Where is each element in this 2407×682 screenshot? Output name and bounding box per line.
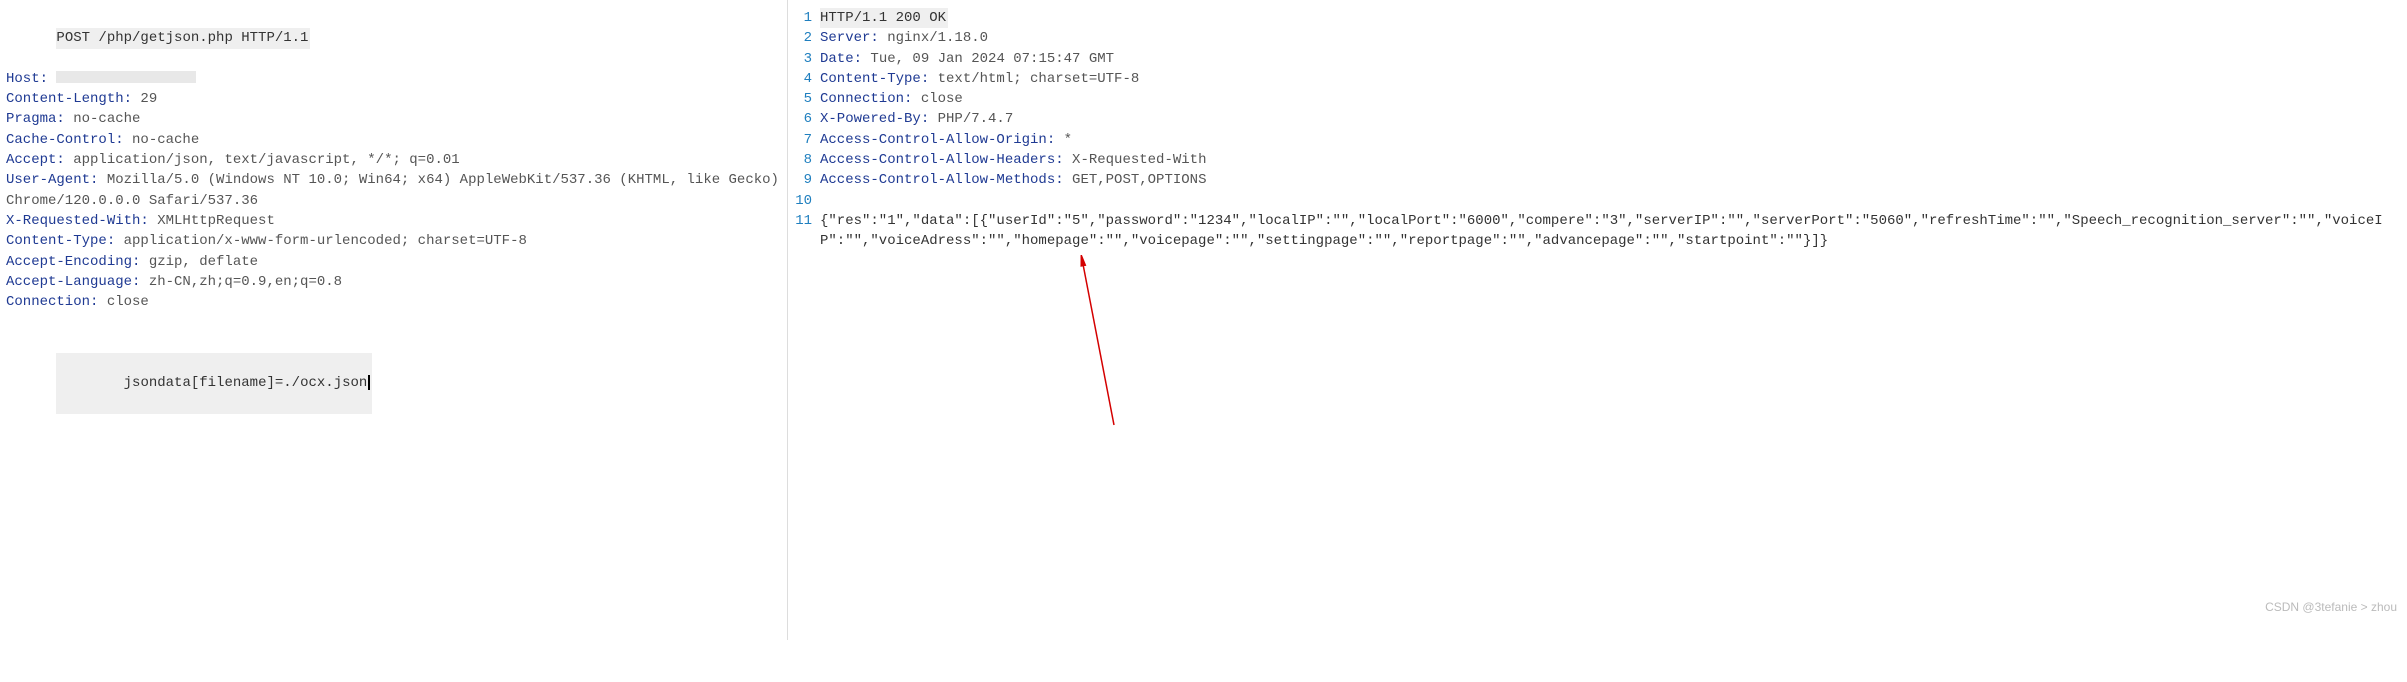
request-header: X-Requested-With: XMLHttpRequest	[6, 211, 781, 231]
request-header: Cache-Control: no-cache	[6, 130, 781, 150]
response-line: 8Access-Control-Allow-Headers: X-Request…	[794, 150, 2407, 170]
request-header: Accept-Encoding: gzip, deflate	[6, 252, 781, 272]
http-compare-panel: POST /php/getjson.php HTTP/1.1 Host: Con…	[0, 0, 2407, 640]
request-header: Host:	[6, 69, 781, 89]
response-line: 10	[794, 191, 2407, 211]
line-number: 8	[794, 150, 820, 170]
response-line: 1HTTP/1.1 200 OK	[794, 8, 2407, 28]
line-number: 2	[794, 28, 820, 48]
request-header: Content-Type: application/x-www-form-url…	[6, 231, 781, 251]
request-first-line: POST /php/getjson.php HTTP/1.1	[6, 8, 781, 69]
watermark: CSDN @3tefanie > zhou	[2265, 599, 2397, 616]
response-panel[interactable]: 1HTTP/1.1 200 OK2Server: nginx/1.18.03Da…	[788, 0, 2407, 640]
annotation-arrow	[1074, 255, 1134, 435]
request-header: Connection: close	[6, 292, 781, 312]
line-number: 1	[794, 8, 820, 28]
line-number: 9	[794, 170, 820, 190]
request-header: Accept-Language: zh-CN,zh;q=0.9,en;q=0.8	[6, 272, 781, 292]
line-number: 3	[794, 49, 820, 69]
request-body-line: jsondata[filename]=./ocx.json	[6, 333, 781, 434]
response-line: 7Access-Control-Allow-Origin: *	[794, 130, 2407, 150]
line-number: 7	[794, 130, 820, 150]
line-number: 5	[794, 89, 820, 109]
request-panel[interactable]: POST /php/getjson.php HTTP/1.1 Host: Con…	[0, 0, 788, 640]
response-line: 5Connection: close	[794, 89, 2407, 109]
response-line: 4Content-Type: text/html; charset=UTF-8	[794, 69, 2407, 89]
line-number: 4	[794, 69, 820, 89]
request-header: Pragma: no-cache	[6, 109, 781, 129]
text-cursor	[368, 375, 370, 390]
line-number: 11	[794, 211, 820, 231]
response-line: 6X-Powered-By: PHP/7.4.7	[794, 109, 2407, 129]
response-line: 3Date: Tue, 09 Jan 2024 07:15:47 GMT	[794, 49, 2407, 69]
request-header: Accept: application/json, text/javascrip…	[6, 150, 781, 170]
request-header: Content-Length: 29	[6, 89, 781, 109]
redacted-host	[56, 71, 196, 83]
blank-line	[6, 312, 781, 332]
request-header: User-Agent: Mozilla/5.0 (Windows NT 10.0…	[6, 170, 781, 211]
response-line: 11{"res":"1","data":[{"userId":"5","pass…	[794, 211, 2407, 252]
response-line: 2Server: nginx/1.18.0	[794, 28, 2407, 48]
response-line: 9Access-Control-Allow-Methods: GET,POST,…	[794, 170, 2407, 190]
line-number: 6	[794, 109, 820, 129]
line-number: 10	[794, 191, 820, 211]
